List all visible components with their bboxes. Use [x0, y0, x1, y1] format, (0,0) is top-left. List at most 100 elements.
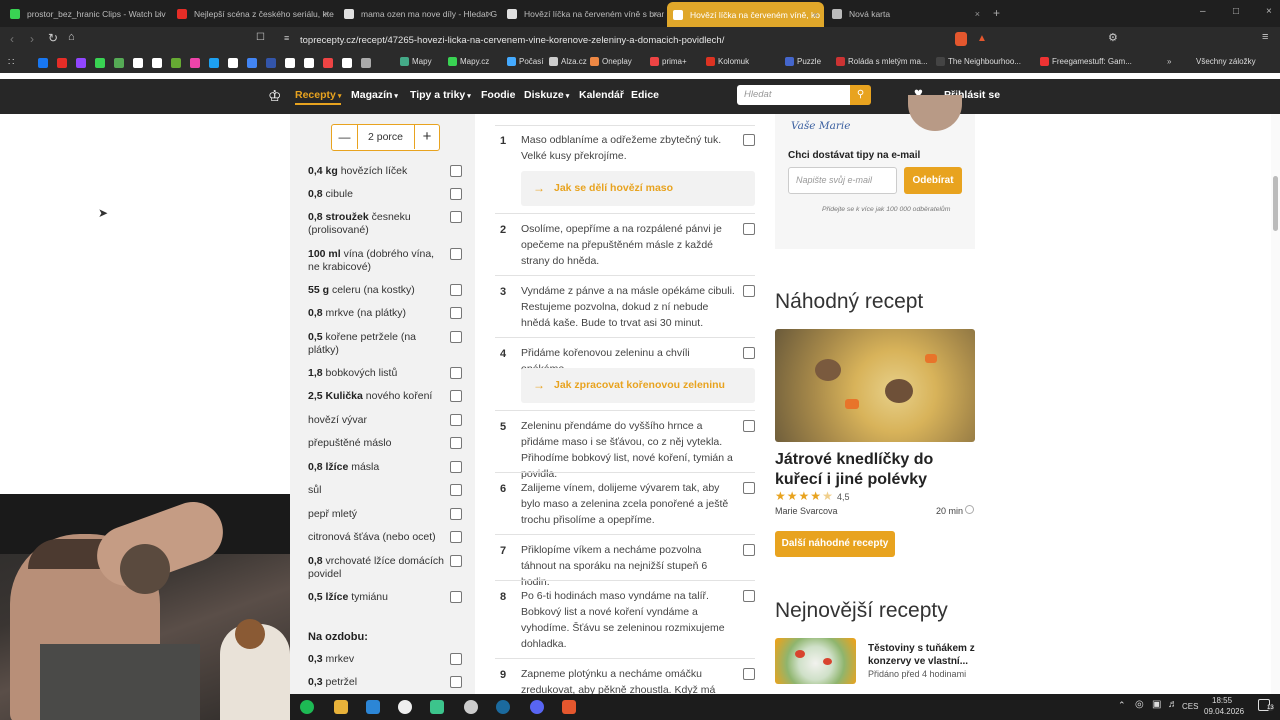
random-recipe-image[interactable] — [775, 329, 975, 442]
step-checkbox[interactable] — [743, 223, 755, 235]
site-info-icon[interactable]: ≡ — [284, 33, 289, 43]
step-checkbox[interactable] — [743, 134, 755, 146]
rewards-icon[interactable]: ▲ — [977, 33, 987, 44]
bookmark-item[interactable]: Puzzle — [785, 57, 821, 66]
tab-close-icon[interactable]: × — [653, 9, 658, 19]
browser-tab[interactable]: Hovězí líčka na červeném víně s bram × — [501, 3, 664, 25]
step-checkbox[interactable] — [743, 347, 755, 359]
step-tip-link[interactable]: → Jak zpracovat kořenovou zeleninu — [521, 368, 755, 403]
reload-icon[interactable]: ↻ — [48, 31, 58, 45]
bookmark-shortcut-icon[interactable] — [342, 58, 352, 68]
browser-tab[interactable]: prostor_bez_hranic Clips - Watch Liv × — [4, 3, 168, 25]
minimize-icon[interactable]: – — [1200, 6, 1206, 17]
tab-close-icon[interactable]: × — [324, 9, 329, 19]
all-bookmarks-button[interactable]: Všechny záložky — [1196, 57, 1256, 66]
language-indicator[interactable]: CES — [1182, 702, 1198, 711]
ingredient-checkbox[interactable] — [450, 331, 462, 343]
ingredient-checkbox[interactable] — [450, 211, 462, 223]
spotify-icon[interactable] — [300, 700, 314, 714]
step-checkbox[interactable] — [743, 482, 755, 494]
tray-arrow-icon[interactable]: ⌃ — [1118, 700, 1126, 711]
bookmark-shortcut-icon[interactable] — [190, 58, 200, 68]
step-checkbox[interactable] — [743, 668, 755, 680]
bookmark-shortcut-icon[interactable] — [361, 58, 371, 68]
step-tip-link[interactable]: → Jak se dělí hovězí maso — [521, 171, 755, 206]
more-random-recipes-button[interactable]: Další náhodné recepty — [775, 531, 895, 557]
ingredient-checkbox[interactable] — [450, 591, 462, 603]
ingredient-checkbox[interactable] — [450, 531, 462, 543]
bookmark-shortcut-icon[interactable] — [285, 58, 295, 68]
bookmark-shortcut-icon[interactable] — [323, 58, 333, 68]
maximize-icon[interactable]: □ — [1233, 6, 1239, 17]
ingredient-checkbox[interactable] — [450, 367, 462, 379]
new-tab-icon[interactable]: + — [993, 6, 1000, 20]
email-input[interactable]: Napište svůj e-mail — [788, 167, 897, 194]
bookmark-item[interactable]: Alza.cz — [549, 57, 587, 66]
newest-recipe-title[interactable]: Těstoviny s tuňákem z konzervy ve vlastn… — [868, 642, 978, 668]
servings-minus-button[interactable]: — — [332, 125, 358, 149]
close-window-icon[interactable]: × — [1266, 6, 1272, 17]
app-icon[interactable] — [430, 700, 444, 714]
steam-icon[interactable] — [496, 700, 510, 714]
chef-hat-icon[interactable]: ♔ — [268, 87, 281, 105]
bookmark-item[interactable]: The Neighbourhoo... — [936, 57, 1021, 66]
browser-tab[interactable]: Hovězí líčka na červeném víně, ko × — [667, 2, 824, 27]
ingredient-checkbox[interactable] — [450, 188, 462, 200]
clock-date[interactable]: 09.04.2026 — [1204, 707, 1244, 716]
bookmark-item[interactable]: Mapy.cz — [448, 57, 489, 66]
ingredient-checkbox[interactable] — [450, 414, 462, 426]
bookmark-shortcut-icon[interactable] — [247, 58, 257, 68]
subscribe-button[interactable]: Odebírat — [904, 167, 962, 194]
scrollbar-thumb[interactable] — [1273, 176, 1278, 231]
url-field[interactable]: toprecepty.cz/recept/47265-hovezi-licka-… — [300, 31, 1035, 50]
network-icon[interactable]: ▣ — [1152, 699, 1161, 710]
tab-close-icon[interactable]: × — [813, 10, 818, 20]
tab-close-icon[interactable]: × — [487, 9, 492, 19]
ingredient-checkbox[interactable] — [450, 508, 462, 520]
obs-icon[interactable] — [464, 700, 478, 714]
tab-close-icon[interactable]: × — [157, 9, 162, 19]
nav-item-4[interactable]: Diskuze ▾ — [524, 89, 569, 101]
bookmark-shortcut-icon[interactable] — [209, 58, 219, 68]
apps-grid-icon[interactable]: ∷ — [8, 57, 14, 68]
ingredient-checkbox[interactable] — [450, 307, 462, 319]
microphone-icon[interactable]: ◎ — [1135, 699, 1144, 710]
menu-icon[interactable]: ≡ — [1262, 31, 1268, 43]
nav-item-5[interactable]: Kalendář — [579, 89, 624, 101]
bookmark-shortcut-icon[interactable] — [95, 58, 105, 68]
ingredient-checkbox[interactable] — [450, 484, 462, 496]
brave-icon[interactable] — [562, 700, 576, 714]
ingredient-checkbox[interactable] — [450, 165, 462, 177]
servings-plus-button[interactable]: + — [414, 125, 439, 149]
bookmark-icon[interactable]: ☐ — [256, 32, 265, 43]
step-checkbox[interactable] — [743, 285, 755, 297]
nav-item-1[interactable]: Magazín ▾ — [351, 89, 398, 101]
bookmark-shortcut-icon[interactable] — [304, 58, 314, 68]
bookmark-shortcut-icon[interactable] — [133, 58, 143, 68]
back-icon[interactable]: ‹ — [10, 32, 14, 46]
bookmark-shortcut-icon[interactable] — [228, 58, 238, 68]
nav-item-2[interactable]: Tipy a triky ▾ — [410, 89, 471, 101]
ingredient-checkbox[interactable] — [450, 555, 462, 567]
nav-item-0[interactable]: Recepty ▾ — [295, 89, 342, 105]
discord-icon[interactable] — [530, 700, 544, 714]
bookmark-shortcut-icon[interactable] — [266, 58, 276, 68]
bookmark-item[interactable]: Roláda s mletým ma... — [836, 57, 928, 66]
ingredient-checkbox[interactable] — [450, 390, 462, 402]
search-button[interactable]: ⚲ — [850, 85, 871, 105]
bookmarks-overflow-icon[interactable]: » — [1167, 57, 1171, 66]
ingredient-checkbox[interactable] — [450, 248, 462, 260]
volume-icon[interactable]: ♬ — [1168, 699, 1178, 710]
garnish-checkbox[interactable] — [450, 676, 462, 688]
bookmark-item[interactable]: Oneplay — [590, 57, 632, 66]
bookmark-item[interactable]: Mapy — [400, 57, 432, 66]
vscode-icon[interactable] — [366, 700, 380, 714]
bookmark-item[interactable]: Freegamestuff: Gam... — [1040, 57, 1132, 66]
step-checkbox[interactable] — [743, 420, 755, 432]
forward-icon[interactable]: › — [30, 32, 34, 46]
home-icon[interactable]: ⌂ — [68, 31, 75, 43]
garnish-checkbox[interactable] — [450, 653, 462, 665]
step-checkbox[interactable] — [743, 590, 755, 602]
clock-time[interactable]: 18:55 — [1212, 696, 1232, 705]
bookmark-shortcut-icon[interactable] — [114, 58, 124, 68]
